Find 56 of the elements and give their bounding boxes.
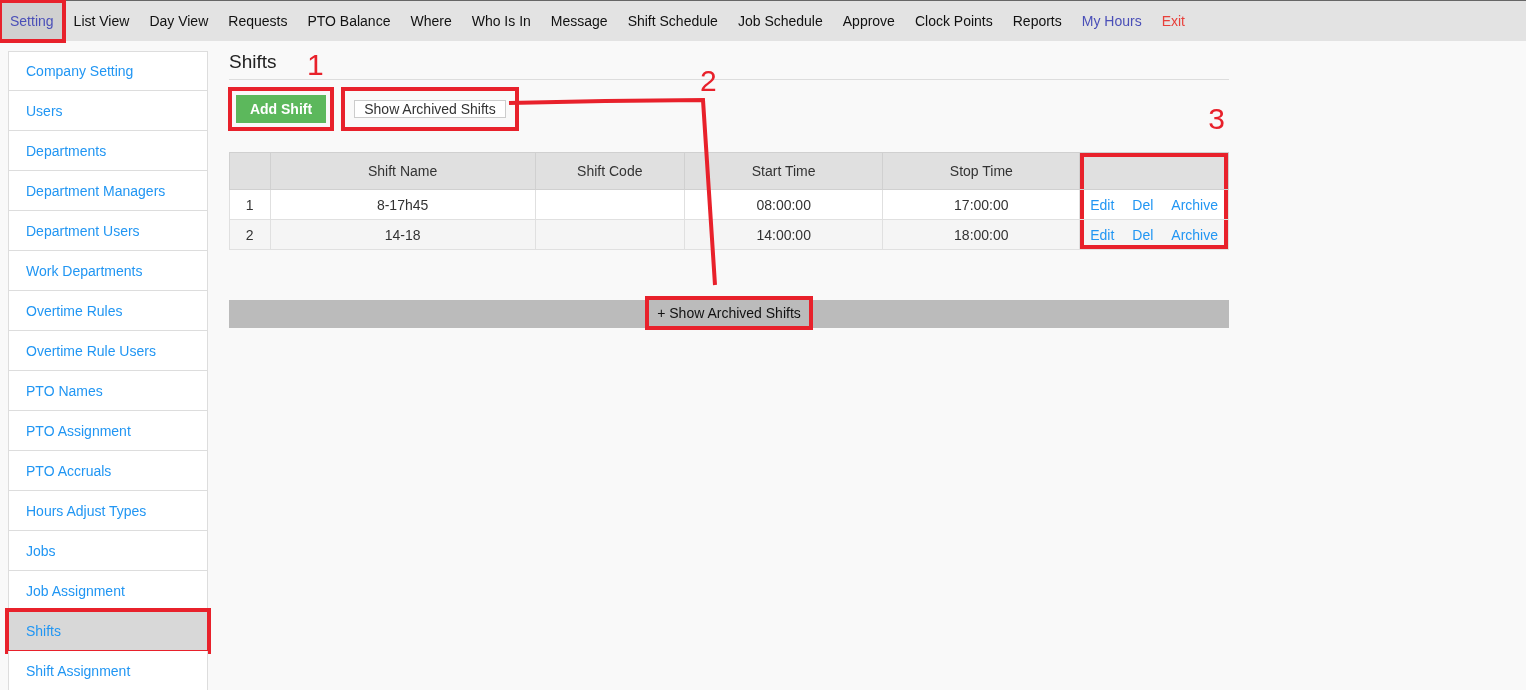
action-link[interactable]: Archive bbox=[1171, 196, 1218, 213]
column-header: Stop Time bbox=[883, 152, 1080, 190]
row-number: 1 bbox=[229, 189, 270, 220]
sidebar-item[interactable]: Jobs bbox=[8, 531, 208, 571]
show-archived-button[interactable]: Show Archived Shifts bbox=[342, 88, 518, 130]
sidebar-item[interactable]: Shift Assignment bbox=[8, 651, 208, 690]
column-header: Start Time bbox=[684, 152, 883, 190]
menu-item[interactable]: Approve bbox=[832, 1, 905, 41]
action-link[interactable]: Edit bbox=[1090, 226, 1115, 243]
menu-item[interactable]: Exit bbox=[1151, 1, 1195, 41]
menu-item[interactable]: Clock Points bbox=[904, 1, 1003, 41]
sidebar-item[interactable]: Users bbox=[8, 91, 208, 131]
table-cell: 14-18 bbox=[270, 219, 536, 250]
sidebar-item[interactable]: Work Departments bbox=[8, 251, 208, 291]
menu-item[interactable]: Reports bbox=[1002, 1, 1072, 41]
sidebar-item[interactable]: Hours Adjust Types bbox=[8, 491, 208, 531]
menu-item[interactable]: Where bbox=[400, 1, 462, 41]
menu-item[interactable]: Setting bbox=[0, 1, 64, 41]
table-cell: 14:00:00 bbox=[684, 219, 883, 250]
menu-item[interactable]: My Hours bbox=[1071, 1, 1152, 41]
callout-number: 1 bbox=[307, 50, 324, 80]
sidebar-item[interactable]: Overtime Rule Users bbox=[8, 331, 208, 371]
add-shift-button[interactable]: Add Shift bbox=[229, 88, 333, 130]
menu-item[interactable]: PTO Balance bbox=[297, 1, 401, 41]
sidebar-item[interactable]: PTO Accruals bbox=[8, 451, 208, 491]
action-link[interactable]: Del bbox=[1132, 226, 1154, 243]
callout-number: 3 bbox=[1208, 104, 1225, 134]
menu-item[interactable]: List View bbox=[63, 1, 140, 41]
column-header: Shift Code bbox=[535, 152, 685, 190]
menu-item[interactable]: Requests bbox=[218, 1, 298, 41]
menu-item[interactable]: Message bbox=[540, 1, 618, 41]
sidebar-item[interactable]: PTO Names bbox=[8, 371, 208, 411]
table-cell: 8-17h45 bbox=[270, 189, 536, 220]
menu-item[interactable]: Day View bbox=[139, 1, 219, 41]
sidebar-item[interactable]: Departments bbox=[8, 131, 208, 171]
sidebar-item[interactable]: Job Assignment bbox=[8, 571, 208, 611]
action-link[interactable]: Del bbox=[1132, 196, 1154, 213]
menu-item[interactable]: Job Schedule bbox=[727, 1, 833, 41]
table-cell: 08:00:00 bbox=[684, 189, 883, 220]
menu-item[interactable]: Who Is In bbox=[461, 1, 541, 41]
header-cell bbox=[229, 152, 270, 190]
sidebar-item[interactable]: Department Users bbox=[8, 211, 208, 251]
callout-number: 2 bbox=[700, 66, 717, 96]
column-header: Shift Name bbox=[270, 152, 536, 190]
sidebar-item[interactable]: Company Setting bbox=[8, 51, 208, 91]
sidebar-item[interactable]: Shifts bbox=[8, 611, 208, 651]
table-cell: 17:00:00 bbox=[883, 189, 1080, 220]
row-number: 2 bbox=[229, 219, 270, 250]
sidebar-item[interactable]: Overtime Rules bbox=[8, 291, 208, 331]
action-link[interactable]: Edit bbox=[1090, 196, 1115, 213]
action-link[interactable]: Archive bbox=[1171, 226, 1218, 243]
menu-item[interactable]: Shift Schedule bbox=[617, 1, 728, 41]
sidebar-item[interactable]: PTO Assignment bbox=[8, 411, 208, 451]
sidebar-item[interactable]: Department Managers bbox=[8, 171, 208, 211]
show-archived-toggle[interactable]: + Show Archived Shifts bbox=[645, 296, 813, 330]
table-cell: 18:00:00 bbox=[883, 219, 1080, 250]
